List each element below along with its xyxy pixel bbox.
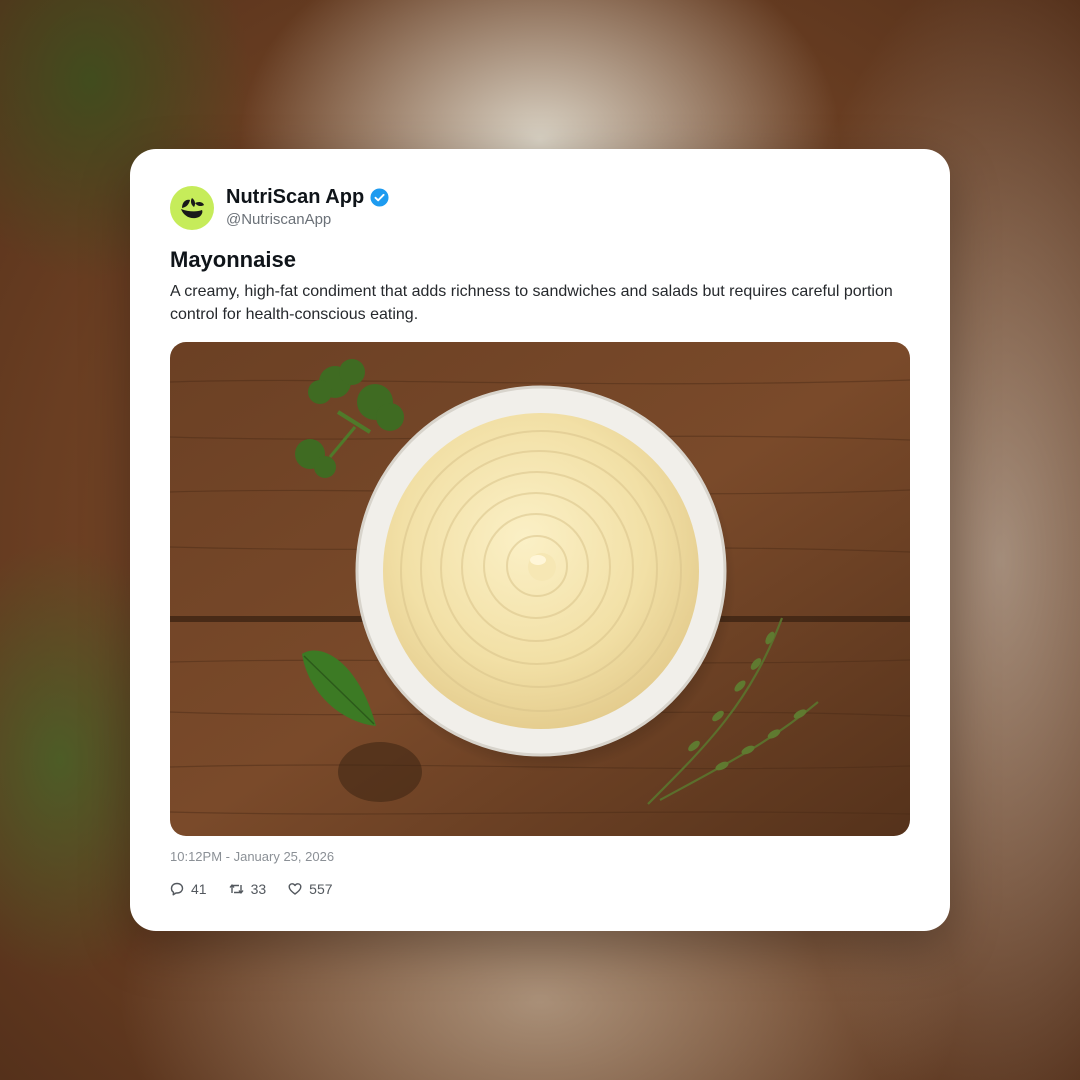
reply-button[interactable]: 41 xyxy=(170,880,207,898)
leaf-logo-icon xyxy=(181,197,204,218)
name-row: NutriScan App xyxy=(226,185,389,209)
heart-icon xyxy=(288,883,302,895)
retweet-button[interactable]: 33 xyxy=(229,880,267,898)
like-count: 557 xyxy=(309,881,333,897)
post-description: A creamy, high-fat condiment that adds r… xyxy=(170,283,893,323)
verified-badge-icon xyxy=(370,187,389,207)
post-title: Mayonnaise xyxy=(170,247,296,272)
reply-count: 41 xyxy=(191,881,207,897)
retweet-icon xyxy=(229,884,244,894)
post-timestamp[interactable]: 10:12PM - January 25, 2026 xyxy=(170,849,334,865)
author-display-name[interactable]: NutriScan App xyxy=(226,185,364,209)
author-names: NutriScan App @NutriscanApp xyxy=(226,185,389,230)
post-header: NutriScan App @NutriscanApp xyxy=(170,185,389,230)
post-card: NutriScan App @NutriscanApp Mayonnaise A… xyxy=(130,149,950,931)
author-handle[interactable]: @NutriscanApp xyxy=(226,210,389,230)
post-actions: 41 33 557 xyxy=(170,880,355,898)
retweet-count: 33 xyxy=(250,881,267,897)
like-button[interactable]: 557 xyxy=(288,880,333,898)
reply-icon xyxy=(170,882,184,896)
mayonnaise-bowl-photo[interactable] xyxy=(170,342,910,836)
avatar[interactable] xyxy=(170,185,214,230)
